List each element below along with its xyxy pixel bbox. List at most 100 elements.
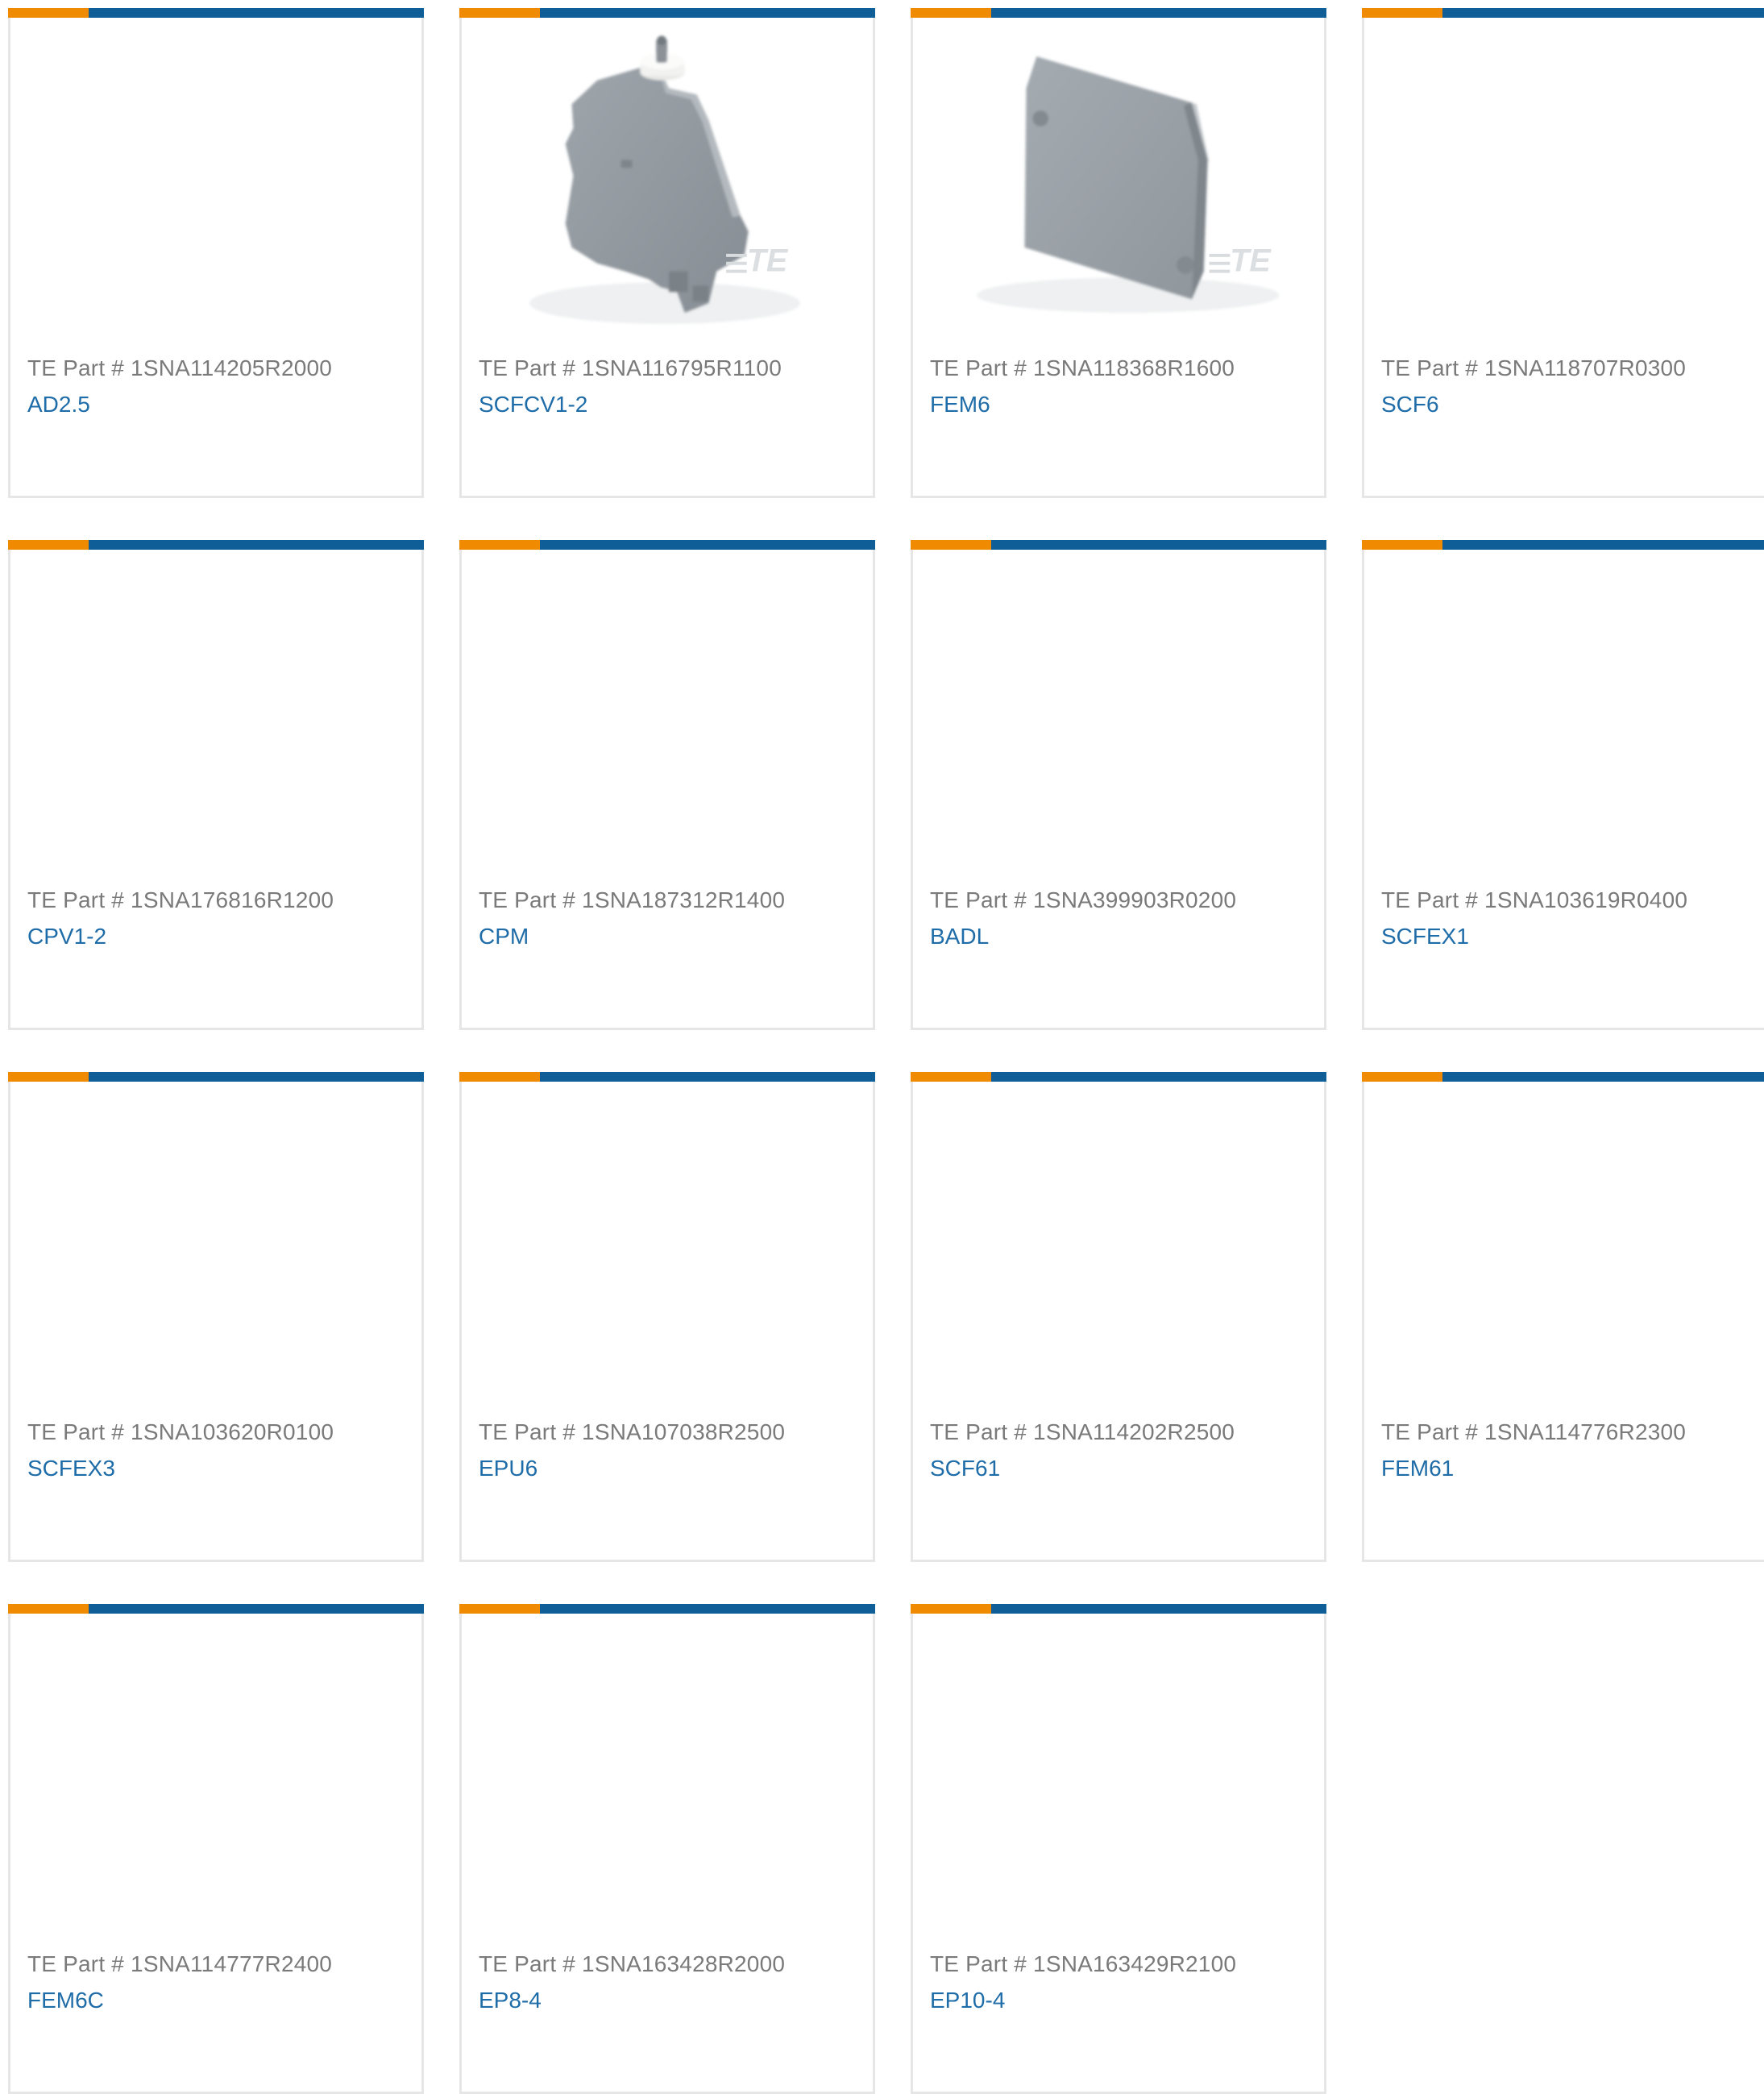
card-accent-bar [8,1072,424,1082]
product-image[interactable] [1380,563,1759,869]
accent-blue-segment [540,1604,875,1614]
product-name-link[interactable]: EP10-4 [930,1988,1005,2013]
card-accent-bar [911,1604,1326,1614]
product-image[interactable] [1380,31,1759,337]
product-name-link[interactable]: BADL [930,924,989,949]
product-image[interactable] [929,1095,1308,1401]
accent-blue-segment [991,1604,1326,1614]
accent-orange-segment [911,1604,991,1614]
te-part-number: TE Part # 1SNA118368R1600 [930,355,1235,380]
product-card[interactable]: TE Part # 1SNA187312R1400 CPM [459,540,875,1030]
product-name-link[interactable]: SCFCV1-2 [479,392,587,418]
product-card[interactable]: TE Part # 1SNA114202R2500 SCF61 [911,1072,1326,1562]
card-accent-bar [8,8,424,18]
product-card[interactable]: TE Part # 1SNA114776R2300 FEM61 [1362,1072,1764,1562]
product-image[interactable] [478,1627,857,1933]
card-accent-bar [911,8,1326,18]
product-image[interactable] [27,31,405,337]
product-card[interactable]: TE Part # 1SNA163428R2000 EP8-4 [459,1604,875,2094]
product-image[interactable]: TE [478,31,857,337]
te-part-number: TE Part # 1SNA114205R2000 [27,355,333,380]
accent-blue-segment [1442,540,1764,550]
product-image[interactable]: TE [929,31,1308,337]
accent-orange-segment [8,1604,89,1614]
accent-blue-segment [89,1072,424,1082]
product-name-link[interactable]: FEM6C [27,1988,104,2013]
accent-blue-segment [540,540,875,550]
product-card[interactable]: TE Part # 1SNA176816R1200 CPV1-2 [8,540,424,1030]
product-image-end-section: TE [529,35,800,324]
product-name-link[interactable]: EPU6 [479,1456,538,1481]
accent-orange-segment [459,1072,540,1082]
accent-orange-segment [911,1072,991,1082]
product-card[interactable]: TE Part # 1SNA114777R2400 FEM6C [8,1604,424,2094]
product-image[interactable] [929,563,1308,869]
card-accent-bar [1362,540,1764,550]
product-name-link[interactable]: SCF6 [1381,392,1439,418]
product-name-link[interactable]: SCF61 [930,1456,1000,1481]
product-card[interactable]: TE TE Part # 1SNA116795R1100 SCFCV1-2 [459,8,875,498]
product-image[interactable] [478,563,857,869]
te-part-number: TE Part # 1SNA399903R0200 [930,887,1237,912]
accent-orange-segment [1362,8,1442,18]
product-card[interactable]: TE Part # 1SNA399903R0200 BADL [911,540,1326,1030]
product-card[interactable]: TE TE Part # 1SNA118368R1600 FEM6 [911,8,1326,498]
card-accent-bar [1362,1072,1764,1082]
product-name-link[interactable]: AD2.5 [27,392,90,418]
product-card[interactable]: TE Part # 1SNA118707R0300 SCF6 [1362,8,1764,498]
accent-orange-segment [8,8,89,18]
te-part-number: TE Part # 1SNA114202R2500 [930,1419,1235,1444]
card-accent-bar [459,540,875,550]
accent-orange-segment [459,8,540,18]
te-part-number: TE Part # 1SNA116795R1100 [479,355,782,380]
accent-blue-segment [540,1072,875,1082]
product-name-link[interactable]: FEM61 [1381,1456,1454,1481]
svg-text:TE: TE [1230,243,1272,279]
product-card[interactable]: TE Part # 1SNA103620R0100 SCFEX3 [8,1072,424,1562]
te-part-number: TE Part # 1SNA163429R2100 [930,1951,1237,1976]
accent-orange-segment [1362,540,1442,550]
product-card[interactable]: TE Part # 1SNA163429R2100 EP10-4 [911,1604,1326,2094]
te-part-number: TE Part # 1SNA163428R2000 [479,1951,786,1976]
card-accent-bar [8,540,424,550]
card-accent-bar [459,1072,875,1082]
product-name-link[interactable]: SCFEX3 [27,1456,115,1481]
accent-orange-segment [8,540,89,550]
accent-blue-segment [1442,8,1764,18]
card-accent-bar [911,1072,1326,1082]
product-name-link[interactable]: SCFEX1 [1381,924,1469,949]
product-name-link[interactable]: EP8-4 [479,1988,542,2013]
te-part-number: TE Part # 1SNA114777R2400 [27,1951,333,1976]
te-part-number: TE Part # 1SNA187312R1400 [479,887,786,912]
card-accent-bar [459,8,875,18]
product-name-link[interactable]: CPM [479,924,529,949]
accent-blue-segment [89,8,424,18]
accent-blue-segment [991,1072,1326,1082]
svg-text:TE: TE [747,243,789,279]
accent-orange-segment [459,1604,540,1614]
product-grid: TE Part # 1SNA114205R2000 AD2.5 TE TE Par… [0,0,1764,2094]
product-image[interactable] [27,563,405,869]
accent-orange-segment [1362,1072,1442,1082]
te-part-number: TE Part # 1SNA118707R0300 [1381,355,1687,380]
product-image[interactable] [27,1627,405,1933]
accent-blue-segment [1442,1072,1764,1082]
product-card[interactable]: TE Part # 1SNA103619R0400 SCFEX1 [1362,540,1764,1030]
te-part-number: TE Part # 1SNA103619R0400 [1381,887,1688,912]
product-image[interactable] [27,1095,405,1401]
accent-orange-segment [459,540,540,550]
product-name-link[interactable]: FEM6 [930,392,990,418]
product-card[interactable]: TE Part # 1SNA107038R2500 EPU6 [459,1072,875,1562]
accent-orange-segment [911,8,991,18]
card-accent-bar [459,1604,875,1614]
accent-blue-segment [991,8,1326,18]
accent-blue-segment [540,8,875,18]
product-image[interactable] [478,1095,857,1401]
card-accent-bar [911,540,1326,550]
product-image[interactable] [1380,1095,1759,1401]
product-image-end-plate: TE [977,56,1280,313]
te-part-number: TE Part # 1SNA103620R0100 [27,1419,334,1444]
product-card[interactable]: TE Part # 1SNA114205R2000 AD2.5 [8,8,424,498]
product-image[interactable] [929,1627,1308,1933]
product-name-link[interactable]: CPV1-2 [27,924,106,949]
